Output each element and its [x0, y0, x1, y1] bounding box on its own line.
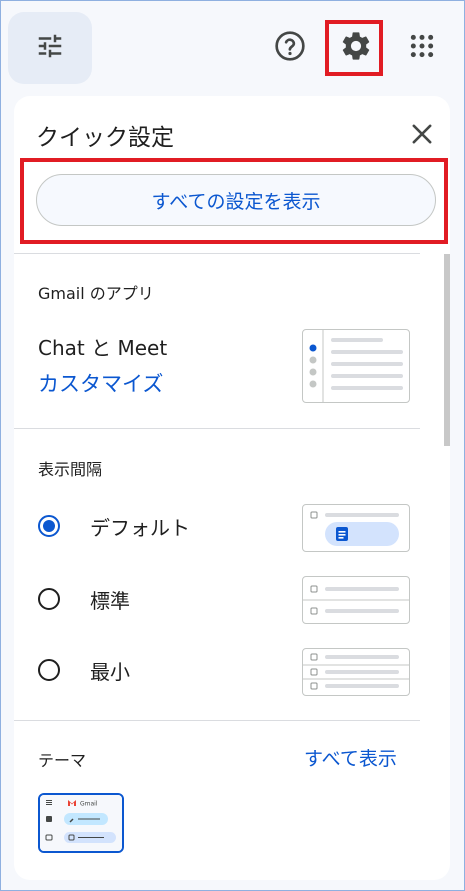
filter-button[interactable]: [8, 12, 92, 84]
settings-highlight-box: [325, 20, 383, 76]
divider: [14, 428, 420, 429]
apps-button[interactable]: [402, 28, 442, 68]
density-compact-preview: [302, 648, 410, 696]
theme-thumb-logo-text: Gmail: [80, 801, 98, 808]
density-standard-preview: [302, 576, 410, 624]
divider: [14, 253, 420, 254]
quick-settings-panel: クイック設定 すべての設定を表示 Gmail のアプリ Chat と Meet …: [14, 96, 450, 880]
density-option-default[interactable]: デフォルト: [38, 510, 190, 542]
density-option-standard[interactable]: 標準: [38, 583, 130, 615]
chat-meet-label: Chat と Meet: [38, 336, 168, 360]
density-default-preview: [302, 504, 410, 552]
tune-icon: [35, 31, 65, 65]
help-button[interactable]: [270, 28, 310, 68]
density-option-label: 最小: [90, 659, 130, 684]
apps-grid-icon: [409, 33, 435, 63]
scrollbar[interactable]: [444, 254, 450, 446]
radio-selected[interactable]: [38, 515, 60, 537]
close-icon[interactable]: [408, 120, 436, 148]
apps-section-title: Gmail のアプリ: [38, 284, 154, 303]
chat-meet-preview: [302, 329, 410, 403]
theme-section-title: テーマ: [38, 751, 87, 770]
radio-unselected[interactable]: [38, 588, 60, 610]
theme-thumbnail-default[interactable]: Gmail: [38, 793, 124, 853]
density-option-label: 標準: [90, 588, 130, 613]
density-option-compact[interactable]: 最小: [38, 654, 130, 686]
radio-unselected[interactable]: [38, 659, 60, 681]
divider: [14, 720, 420, 721]
panel-title: クイック設定: [36, 125, 174, 151]
help-icon: [274, 30, 306, 66]
theme-see-all-link[interactable]: すべて表示: [304, 744, 397, 771]
see-all-highlight-box: [20, 158, 448, 244]
density-section-title: 表示間隔: [38, 460, 103, 479]
density-option-label: デフォルト: [90, 515, 190, 540]
customize-link[interactable]: カスタマイズ: [38, 368, 163, 398]
